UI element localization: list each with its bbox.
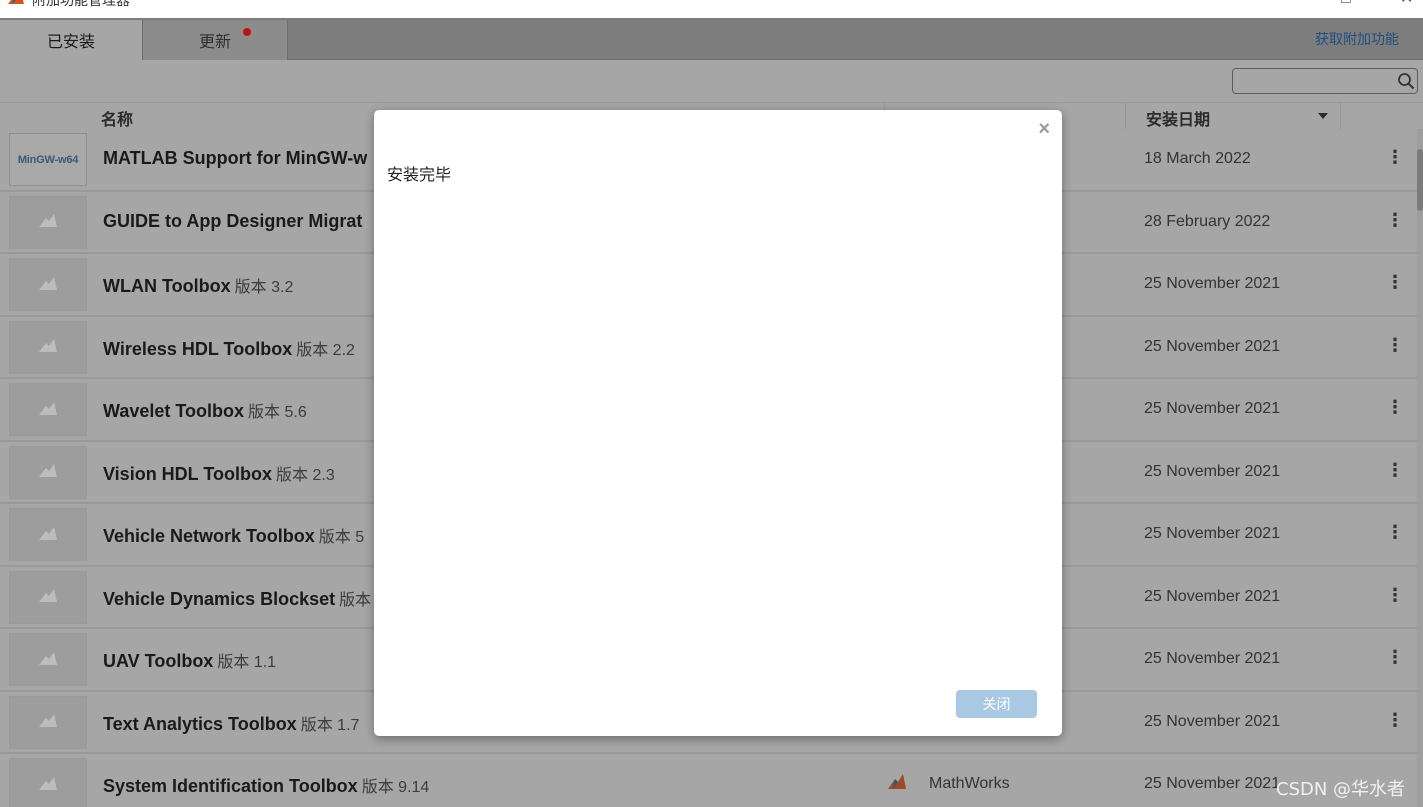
matlab-placeholder-icon bbox=[39, 339, 57, 352]
dialog-message: 安装完毕 bbox=[387, 167, 452, 184]
tab-installed[interactable]: 已安装 bbox=[0, 20, 142, 60]
tab-updates-label: 更新 bbox=[198, 34, 231, 51]
list-item[interactable]: System Identification Toolbox 版本 9.14 Mat… bbox=[0, 754, 1423, 807]
more-options-icon[interactable]: ⋮ bbox=[1386, 647, 1404, 668]
addon-thumbnail bbox=[9, 383, 87, 436]
install-date: 25 November 2021 bbox=[1144, 775, 1281, 792]
more-options-icon[interactable]: ⋮ bbox=[1386, 585, 1404, 606]
more-options-icon[interactable]: ⋮ bbox=[1386, 397, 1404, 418]
addon-version: 版本 3.2 bbox=[234, 279, 294, 296]
maximize-button[interactable]: □ bbox=[1341, 0, 1351, 7]
more-options-icon[interactable]: ⋮ bbox=[1386, 460, 1404, 481]
more-options-icon[interactable]: ⋮ bbox=[1386, 147, 1404, 168]
install-date: 25 November 2021 bbox=[1144, 337, 1281, 355]
install-date: 25 November 2021 bbox=[1144, 712, 1281, 730]
close-icon[interactable]: × bbox=[1038, 118, 1050, 141]
search-row bbox=[0, 60, 1423, 102]
close-window-button[interactable]: ✕ bbox=[1400, 0, 1413, 7]
addon-name: MATLAB Support for MinGW-w bbox=[103, 148, 368, 168]
addon-name: Vehicle Network Toolbox 版本 5 bbox=[103, 526, 365, 546]
matlab-placeholder-icon bbox=[39, 714, 57, 727]
addon-name: Wireless HDL Toolbox 版本 2.2 bbox=[103, 338, 355, 359]
install-date: 25 November 2021 bbox=[1144, 462, 1281, 480]
install-date: 25 November 2021 bbox=[1144, 587, 1281, 605]
column-header-install-date[interactable]: 安装日期 bbox=[1146, 106, 1210, 130]
install-date: 18 March 2022 bbox=[1144, 150, 1251, 167]
addon-thumbnail bbox=[9, 695, 87, 749]
matlab-placeholder-icon bbox=[39, 589, 57, 602]
matlab-placeholder-icon bbox=[39, 214, 57, 227]
matlab-logo-icon bbox=[888, 774, 906, 789]
addon-name: Vehicle Dynamics Blockset 版本 bbox=[103, 588, 372, 609]
window-title: 附加功能管理器 bbox=[32, 0, 130, 8]
column-divider bbox=[1125, 103, 1126, 130]
matlab-placeholder-icon bbox=[39, 276, 57, 290]
list-scrollbar[interactable] bbox=[1417, 129, 1423, 807]
addon-name: Text Analytics Toolbox 版本 1.7 bbox=[103, 713, 360, 734]
install-date: 25 November 2021 bbox=[1144, 275, 1281, 292]
more-options-icon[interactable]: ⋮ bbox=[1386, 522, 1404, 543]
sort-descending-icon[interactable] bbox=[1318, 113, 1328, 119]
install-date: 25 November 2021 bbox=[1144, 525, 1281, 542]
addon-thumbnail bbox=[9, 633, 87, 686]
addon-thumbnail: MinGW-w64 bbox=[9, 133, 87, 186]
tab-updates[interactable]: 更新 bbox=[142, 20, 288, 60]
addon-thumbnail bbox=[9, 258, 87, 311]
install-date: 28 February 2022 bbox=[1144, 212, 1271, 230]
mingw-logo: MinGW-w64 bbox=[17, 153, 79, 166]
watermark: CSDN @华水者 bbox=[1276, 779, 1406, 800]
matlab-placeholder-icon bbox=[39, 464, 57, 477]
addon-version: 版本 2.2 bbox=[296, 341, 355, 359]
more-options-icon[interactable]: ⋮ bbox=[1386, 710, 1404, 731]
addon-name: System Identification Toolbox 版本 9.14 bbox=[103, 776, 430, 796]
addon-name: Vision HDL Toolbox 版本 2.3 bbox=[103, 463, 335, 484]
matlab-placeholder-icon bbox=[39, 651, 57, 665]
addon-version: 版本 1.1 bbox=[217, 654, 277, 671]
addon-version: 版本 1.7 bbox=[300, 716, 360, 734]
addon-name: WLAN Toolbox 版本 3.2 bbox=[103, 276, 294, 296]
install-complete-dialog: × 安装完毕 关闭 bbox=[374, 110, 1062, 736]
matlab-placeholder-icon bbox=[39, 401, 57, 415]
addon-name: UAV Toolbox 版本 1.1 bbox=[103, 651, 277, 671]
scrollbar-thumb[interactable] bbox=[1417, 149, 1423, 211]
get-addons-link[interactable]: 获取附加功能 bbox=[1315, 29, 1399, 49]
tab-bar: 已安装 更新 获取附加功能 bbox=[0, 18, 1423, 60]
matlab-placeholder-icon bbox=[39, 526, 57, 540]
addon-thumbnail bbox=[9, 195, 87, 249]
update-badge bbox=[243, 28, 251, 36]
close-button[interactable]: 关闭 bbox=[956, 690, 1037, 718]
column-divider bbox=[1340, 103, 1341, 130]
addon-version: 版本 2.3 bbox=[276, 466, 335, 484]
more-options-icon[interactable]: ⋮ bbox=[1386, 272, 1404, 293]
addon-author: MathWorks bbox=[929, 775, 1010, 792]
addon-thumbnail bbox=[9, 445, 87, 499]
tab-installed-label: 已安装 bbox=[46, 34, 95, 51]
addon-version: 版本 5 bbox=[318, 529, 365, 546]
matlab-placeholder-icon bbox=[39, 776, 57, 790]
column-header-name[interactable]: 名称 bbox=[101, 106, 133, 130]
addon-version: 版本 bbox=[339, 591, 372, 609]
search-input[interactable] bbox=[1232, 68, 1418, 94]
more-options-icon[interactable]: ⋮ bbox=[1386, 210, 1404, 231]
title-bar: 附加功能管理器 □ ✕ bbox=[0, 0, 1423, 18]
search-icon[interactable] bbox=[1397, 72, 1415, 90]
addon-thumbnail bbox=[9, 508, 87, 561]
addon-thumbnail bbox=[9, 570, 87, 624]
addon-thumbnail bbox=[9, 758, 87, 807]
addon-version: 版本 5.6 bbox=[248, 404, 307, 421]
addon-thumbnail bbox=[9, 320, 87, 374]
addon-name: Wavelet Toolbox 版本 5.6 bbox=[103, 401, 307, 421]
matlab-logo-icon bbox=[8, 0, 24, 4]
install-date: 25 November 2021 bbox=[1144, 650, 1281, 667]
install-date: 25 November 2021 bbox=[1144, 400, 1281, 417]
addon-version: 版本 9.14 bbox=[361, 779, 430, 796]
addon-name: GUIDE to App Designer Migrat bbox=[103, 210, 363, 231]
more-options-icon[interactable]: ⋮ bbox=[1386, 335, 1404, 356]
